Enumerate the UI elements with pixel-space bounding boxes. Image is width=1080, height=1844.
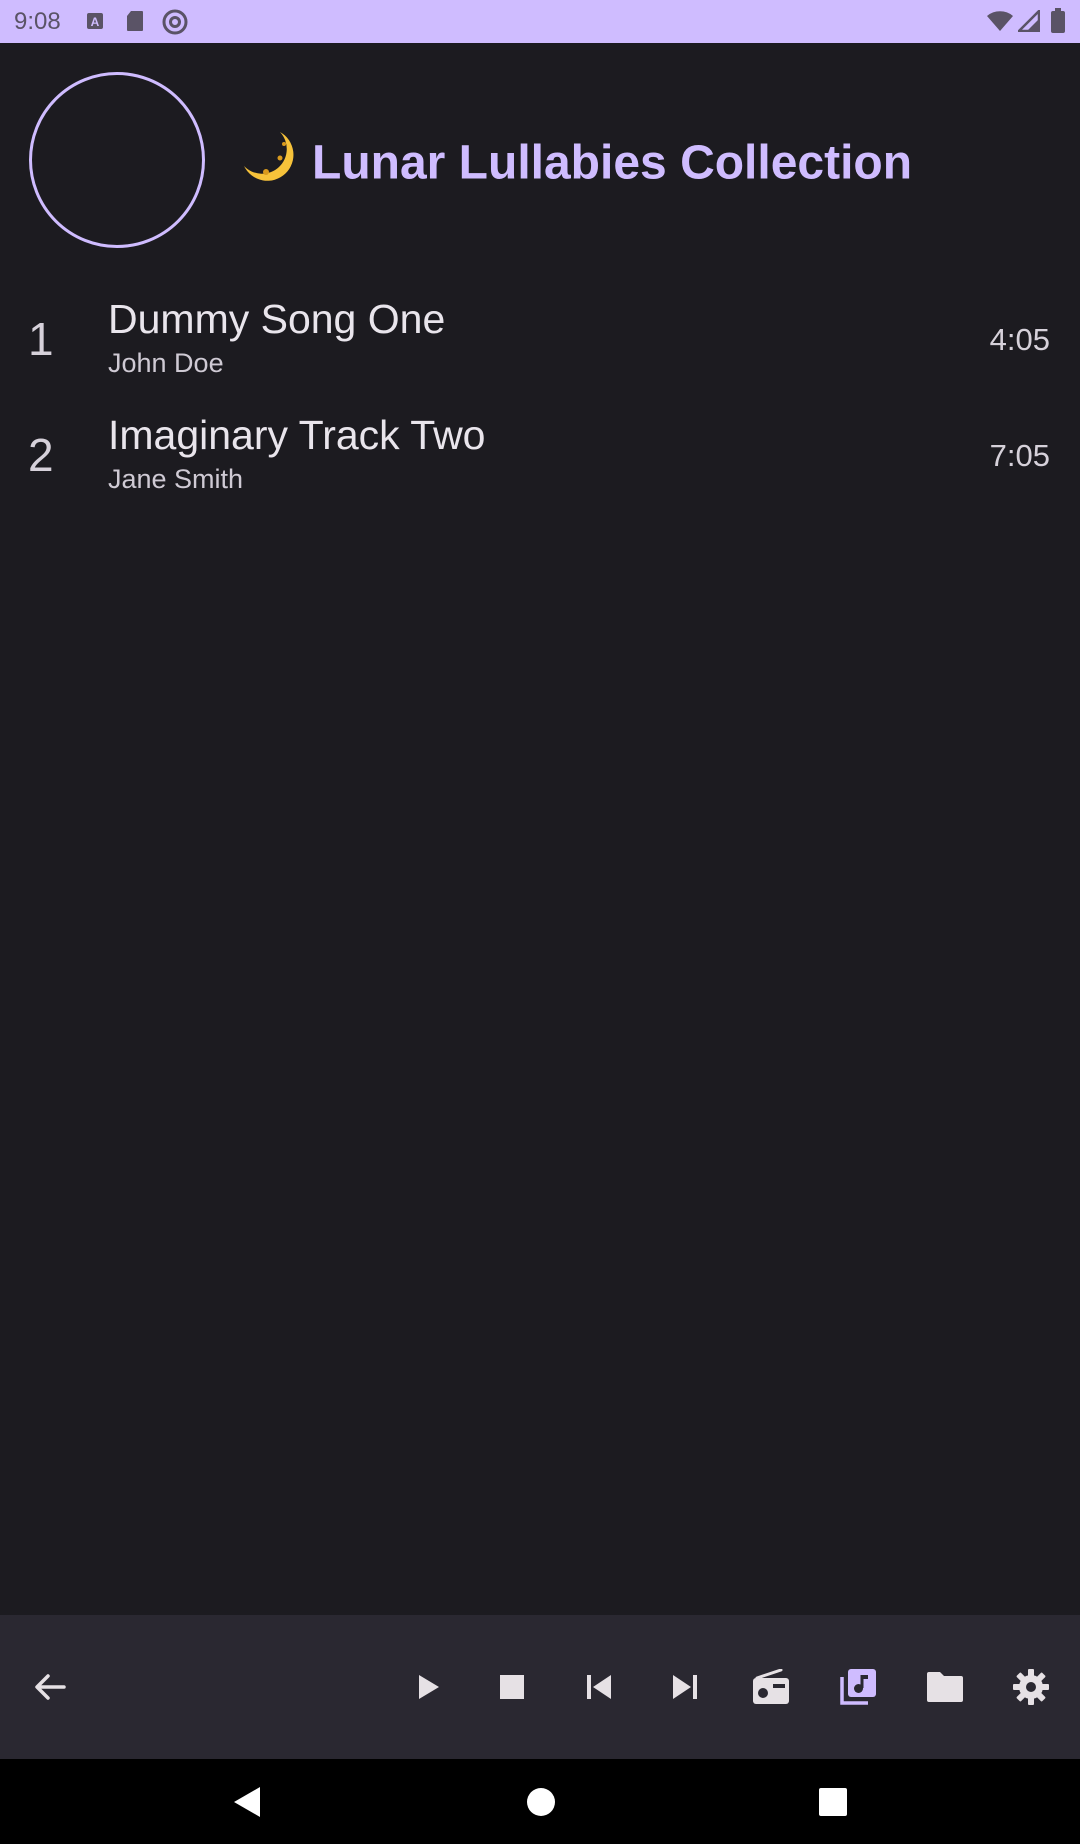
settings-icon[interactable] xyxy=(1003,1659,1059,1715)
status-bar: 9:08 A xyxy=(0,0,1080,43)
back-arrow-icon[interactable] xyxy=(22,1659,78,1715)
track-number: 2 xyxy=(28,429,54,481)
album-title: Lunar Lullabies Collection xyxy=(312,136,913,190)
bottom-control-bar xyxy=(0,1615,1080,1759)
nav-back-icon[interactable] xyxy=(224,1779,270,1825)
svg-text:A: A xyxy=(91,15,100,29)
track-number: 1 xyxy=(28,313,54,365)
stop-icon[interactable] xyxy=(484,1659,540,1715)
track-row[interactable]: 1 Dummy Song One John Doe 4:05 xyxy=(0,290,1080,400)
skip-previous-icon[interactable] xyxy=(571,1659,627,1715)
track-duration: 7:05 xyxy=(989,438,1050,473)
wifi-icon xyxy=(986,10,1014,37)
radio-icon[interactable] xyxy=(743,1659,799,1715)
track-duration: 4:05 xyxy=(989,322,1050,357)
battery-icon xyxy=(1050,8,1066,39)
cell-signal-icon xyxy=(1015,7,1041,37)
sd-card-icon xyxy=(126,10,144,37)
status-time: 9:08 xyxy=(14,8,61,35)
album-art xyxy=(29,72,205,248)
system-nav-bar xyxy=(0,1759,1080,1844)
text-a-icon: A xyxy=(86,12,104,35)
track-title: Imaginary Track Two xyxy=(108,412,486,458)
play-icon[interactable] xyxy=(399,1659,455,1715)
library-music-icon[interactable] xyxy=(830,1659,886,1715)
track-artist: Jane Smith xyxy=(108,464,244,494)
track-artist: John Doe xyxy=(108,348,224,378)
album-title-row: Lunar Lullabies Collection xyxy=(240,128,912,198)
nav-recents-icon[interactable] xyxy=(810,1779,856,1825)
skip-next-icon[interactable] xyxy=(657,1659,713,1715)
at-sign-icon xyxy=(162,9,188,40)
moon-icon xyxy=(240,128,298,198)
track-row[interactable]: 2 Imaginary Track Two Jane Smith 7:05 xyxy=(0,406,1080,516)
folder-icon[interactable] xyxy=(917,1659,973,1715)
track-title: Dummy Song One xyxy=(108,296,446,342)
nav-home-icon[interactable] xyxy=(518,1779,564,1825)
